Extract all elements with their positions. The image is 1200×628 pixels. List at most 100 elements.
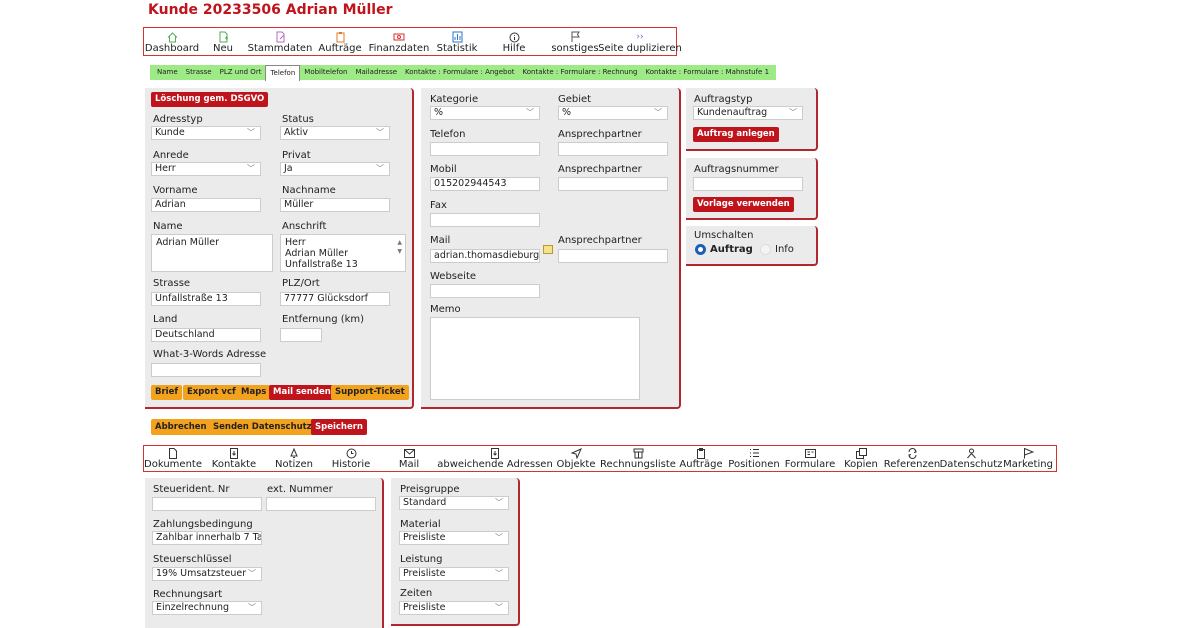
toolbar-item-formulare[interactable]: Formulare — [782, 447, 838, 471]
toolbar-item-rechnungsliste[interactable]: Rechnungsliste — [600, 447, 676, 471]
toolbar-item-kontakte[interactable]: Kontakte — [202, 447, 266, 471]
land-label: Land — [153, 314, 178, 325]
toolbar-item-objekte[interactable]: Objekte — [552, 447, 600, 471]
tab-mobiltelefon[interactable]: Mobiltelefon — [300, 65, 351, 80]
rechnungsart-select[interactable]: Einzelrechnung ﹀ — [152, 601, 262, 615]
tab-plz-und-ort[interactable]: PLZ und Ort — [216, 65, 266, 80]
vorname-input[interactable]: Adrian — [151, 198, 261, 212]
nachname-input[interactable]: Müller — [280, 198, 390, 212]
toolbar-item-auftraege[interactable]: Aufträge — [676, 447, 726, 471]
vorlage-verwenden-button[interactable]: Vorlage verwenden — [693, 197, 794, 212]
tab-formulare-angebot[interactable]: Kontakte : Formulare : Angebot — [401, 65, 519, 80]
export-vcf-button[interactable]: Export vcf — [183, 385, 240, 400]
speichern-button[interactable]: Speichern — [311, 419, 367, 435]
toolbar-item-notizen[interactable]: Notizen — [266, 447, 322, 471]
toolbar-item-dashboard[interactable]: Dashboard — [144, 31, 200, 55]
auftrag-anlegen-button[interactable]: Auftrag anlegen — [693, 127, 779, 142]
kategorie-select[interactable]: % ﹀ — [430, 106, 540, 120]
fax-input[interactable] — [430, 213, 540, 227]
vorname-label: Vorname — [153, 185, 198, 196]
rechnungsart-label: Rechnungsart — [153, 589, 223, 600]
ansprechpartner-input[interactable] — [558, 249, 668, 263]
tab-name[interactable]: Name — [153, 65, 182, 80]
memo-textarea[interactable] — [430, 317, 640, 400]
toolbar-item-abweichende-adressen[interactable]: abweichende Adressen — [437, 447, 553, 471]
toolbar-item-sonstiges[interactable]: sonstiges — [546, 31, 604, 55]
telefon-input[interactable] — [430, 142, 540, 156]
toolbar-item-auftraege[interactable]: Aufträge — [314, 31, 366, 55]
mail-senden-button[interactable]: Mail senden — [269, 385, 335, 400]
steuerschluessel-select[interactable]: 19% Umsatzsteuer ﹀ — [152, 567, 262, 581]
land-input[interactable]: Deutschland — [151, 328, 261, 342]
calendar-icon[interactable] — [543, 245, 553, 254]
abbrechen-button[interactable]: Abbrechen — [151, 419, 211, 435]
extnummer-input[interactable] — [266, 497, 376, 511]
strasse-input[interactable]: Unfallstraße 13 — [151, 292, 261, 306]
tab-formulare-mahnstufe[interactable]: Kontakte : Formulare : Mahnstufe 1 — [641, 65, 773, 80]
radio-info[interactable] — [760, 244, 771, 255]
toolbar-item-historie[interactable]: Historie — [322, 447, 380, 471]
toolbar-item-hilfe[interactable]: Hilfe — [482, 31, 546, 55]
w3w-input[interactable] — [151, 363, 261, 377]
gebiet-select[interactable]: % ﹀ — [558, 106, 668, 120]
webseite-input[interactable] — [430, 284, 540, 298]
plzort-input[interactable]: 77777 Glücksdorf — [280, 292, 390, 306]
zeiten-select[interactable]: Preisliste ﹀ — [399, 601, 509, 615]
brief-button[interactable]: Brief — [151, 385, 183, 400]
umschalten-label: Umschalten — [694, 230, 754, 241]
tab-telefon[interactable]: Telefon — [265, 65, 301, 81]
toolbar-item-neu[interactable]: Neu — [200, 31, 246, 55]
radio-auftrag[interactable] — [695, 244, 706, 255]
status-select[interactable]: Aktiv ﹀ — [280, 126, 390, 140]
telefon-label: Telefon — [430, 129, 466, 140]
ansprechpartner-input[interactable] — [558, 142, 668, 156]
support-ticket-button[interactable]: Support-Ticket — [331, 385, 409, 400]
anrede-value: Herr — [155, 163, 176, 174]
zahlungsbedingung-input[interactable]: Zahlbar innerhalb 7 Tagen — [152, 531, 262, 545]
dsgvo-delete-button[interactable]: Löschung gem. DSGVO — [151, 92, 269, 107]
leistung-select[interactable]: Preisliste ﹀ — [399, 567, 509, 581]
toolbar-item-mail[interactable]: Mail — [380, 447, 438, 471]
mail-input[interactable]: adrian.thomasdieburg@g — [430, 249, 540, 263]
name-value: Adrian Müller — [156, 237, 220, 248]
toolbar-item-seite-duplizieren[interactable]: ›› Seite duplizieren — [598, 31, 682, 55]
steuerid-input[interactable] — [152, 497, 262, 511]
anrede-select[interactable]: Herr ﹀ — [151, 162, 261, 176]
nachname-label: Nachname — [282, 185, 336, 196]
list-icon — [749, 447, 760, 459]
toolbar-item-statistik[interactable]: Statistik — [432, 31, 482, 55]
toolbar-item-kopien[interactable]: Kopien — [838, 447, 884, 471]
toolbar-item-finanzdaten[interactable]: Finanzdaten — [366, 31, 432, 55]
entfernung-input[interactable] — [280, 328, 322, 342]
refresh-icon — [907, 447, 918, 459]
toolbar-item-datenschutz[interactable]: Datenschutz — [940, 447, 1002, 471]
senden-datenschutz-button[interactable]: Senden Datenschutz — [209, 419, 316, 435]
toolbar-item-referenzen[interactable]: Referenzen — [884, 447, 940, 471]
adresstyp-select[interactable]: Kunde ﹀ — [151, 126, 261, 140]
history-icon — [346, 447, 357, 459]
mobil-input[interactable]: 015202944543 — [430, 177, 540, 191]
auftragstyp-select[interactable]: Kundenauftrag ﹀ — [693, 106, 803, 120]
scroll-down-icon[interactable]: ▼ — [397, 246, 402, 257]
auftragsnummer-input[interactable] — [693, 177, 803, 191]
maps-button[interactable]: Maps — [237, 385, 271, 400]
toolbar-item-stammdaten[interactable]: Stammdaten — [246, 31, 314, 55]
contact-icon — [229, 447, 239, 459]
tab-formulare-rechnung[interactable]: Kontakte : Formulare : Rechnung — [519, 65, 642, 80]
privat-select[interactable]: Ja ﹀ — [280, 162, 390, 176]
toolbar-label: Neu — [213, 43, 233, 54]
toolbar-item-positionen[interactable]: Positionen — [726, 447, 782, 471]
gebiet-value: % — [562, 107, 572, 118]
ansprechpartner-input[interactable] — [558, 177, 668, 191]
auftragsnummer-panel: Auftragsnummer Vorlage verwenden — [686, 158, 818, 220]
tab-strasse[interactable]: Strasse — [182, 65, 216, 80]
name-textarea[interactable]: Adrian Müller — [151, 234, 273, 272]
tab-mailadresse[interactable]: Mailadresse — [351, 65, 401, 80]
preisgruppe-label: Preisgruppe — [400, 484, 460, 495]
anschrift-textarea[interactable]: Herr Adrian Müller Unfallstraße 13 ▲ ▼ — [280, 234, 406, 272]
toolbar-item-marketing[interactable]: Marketing — [1002, 447, 1054, 471]
preisgruppe-select[interactable]: Standard ﹀ — [399, 496, 509, 510]
material-select[interactable]: Preisliste ﹀ — [399, 531, 509, 545]
toolbar-label: abweichende Adressen — [437, 459, 553, 470]
toolbar-item-dokumente[interactable]: Dokumente — [144, 447, 202, 471]
